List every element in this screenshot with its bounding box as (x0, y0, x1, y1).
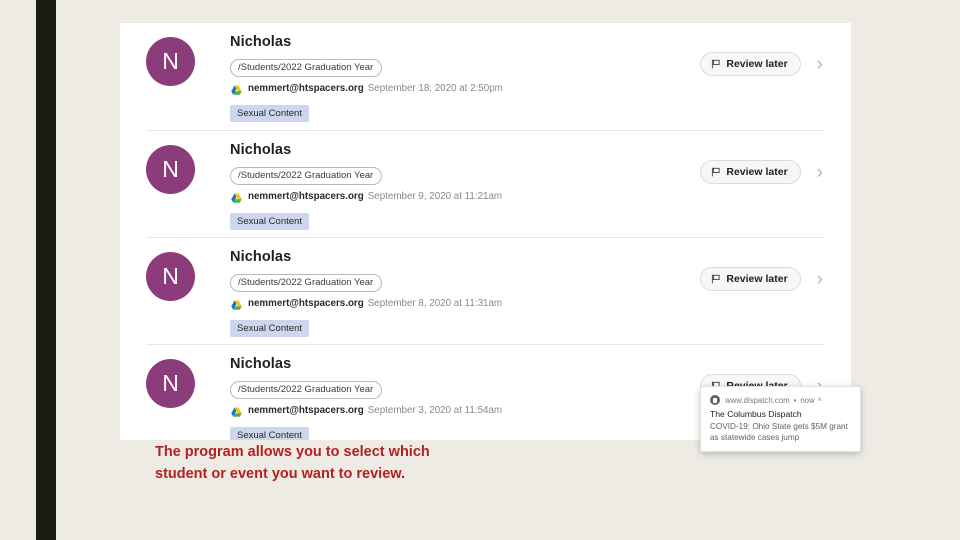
chevron-right-icon[interactable]: › (817, 270, 823, 289)
status-badge: Sexual Content (230, 427, 309, 440)
slide-caption: The program allows you to select which s… (155, 444, 430, 483)
review-later-button[interactable]: Review later (700, 267, 801, 291)
avatar: N (146, 37, 195, 86)
notification-source: www.dispatch.com (725, 395, 790, 405)
chevron-right-icon[interactable]: › (817, 55, 823, 74)
row-details: Nicholas /Students/2022 Graduation Year … (230, 138, 700, 231)
folder-path-pill[interactable]: /Students/2022 Graduation Year (230, 381, 383, 400)
table-row[interactable]: N Nicholas /Students/2022 Graduation Yea… (120, 23, 851, 130)
review-later-button[interactable]: Review later (700, 52, 801, 76)
meta-line: nemmert@htspacers.org September 9, 2020 … (230, 191, 700, 204)
avatar: N (146, 359, 195, 408)
owner-email: nemmert@htspacers.org (248, 405, 364, 417)
flag-icon (711, 167, 721, 177)
site-favicon-icon (710, 395, 720, 405)
table-row[interactable]: N Nicholas /Students/2022 Graduation Yea… (120, 130, 851, 237)
status-badge: Sexual Content (230, 105, 309, 123)
slide-accent-bar (36, 0, 56, 540)
owner-email: nemmert@htspacers.org (248, 298, 364, 310)
google-drive-icon (230, 406, 243, 418)
meta-line: nemmert@htspacers.org September 8, 2020 … (230, 298, 700, 311)
review-later-label: Review later (726, 273, 788, 285)
event-date: September 18, 2020 at 2:50pm (367, 83, 503, 95)
event-date: September 9, 2020 at 11:21am (367, 191, 503, 203)
owner-email: nemmert@htspacers.org (248, 191, 364, 203)
avatar: N (146, 145, 195, 194)
student-name: Nicholas (230, 249, 292, 265)
event-date: September 8, 2020 at 11:31am (367, 298, 503, 310)
notification-header: www.dispatch.com • now ˄ (710, 395, 851, 405)
row-actions: Review later › (700, 160, 823, 184)
folder-path-pill[interactable]: /Students/2022 Graduation Year (230, 59, 383, 78)
student-name: Nicholas (230, 34, 292, 50)
meta-line: nemmert@htspacers.org September 3, 2020 … (230, 405, 700, 418)
row-details: Nicholas /Students/2022 Graduation Year … (230, 245, 700, 338)
notification-title: The Columbus Dispatch (710, 409, 802, 419)
row-actions: Review later › (700, 267, 823, 291)
folder-path-pill[interactable]: /Students/2022 Graduation Year (230, 167, 383, 186)
meta-line: nemmert@htspacers.org September 18, 2020… (230, 83, 700, 96)
avatar: N (146, 252, 195, 301)
google-drive-icon (230, 84, 243, 96)
owner-email: nemmert@htspacers.org (248, 83, 364, 95)
chevron-up-icon[interactable]: ˄ (818, 397, 822, 404)
table-row[interactable]: N Nicholas /Students/2022 Graduation Yea… (120, 237, 851, 344)
row-actions: Review later › (700, 52, 823, 76)
notification-body: COVID-19: Ohio State gets $5M grant as s… (710, 422, 848, 443)
student-name: Nicholas (230, 356, 292, 372)
review-list-card: N Nicholas /Students/2022 Graduation Yea… (120, 23, 851, 440)
notification-separator: • (793, 395, 797, 405)
review-later-label: Review later (726, 58, 788, 70)
chevron-right-icon[interactable]: › (817, 163, 823, 182)
review-later-label: Review later (726, 166, 788, 178)
flag-icon (711, 59, 721, 69)
row-details: Nicholas /Students/2022 Graduation Year … (230, 352, 700, 440)
google-drive-icon (230, 299, 243, 311)
browser-notification-toast[interactable]: www.dispatch.com • now ˄ The Columbus Di… (700, 386, 861, 452)
notification-time: now (800, 395, 815, 405)
flag-icon (711, 274, 721, 284)
student-name: Nicholas (230, 142, 292, 158)
review-later-button[interactable]: Review later (700, 160, 801, 184)
google-drive-icon (230, 192, 243, 204)
event-date: September 3, 2020 at 11:54am (367, 405, 503, 417)
row-details: Nicholas /Students/2022 Graduation Year … (230, 30, 700, 123)
folder-path-pill[interactable]: /Students/2022 Graduation Year (230, 274, 383, 293)
status-badge: Sexual Content (230, 213, 309, 231)
status-badge: Sexual Content (230, 320, 309, 338)
